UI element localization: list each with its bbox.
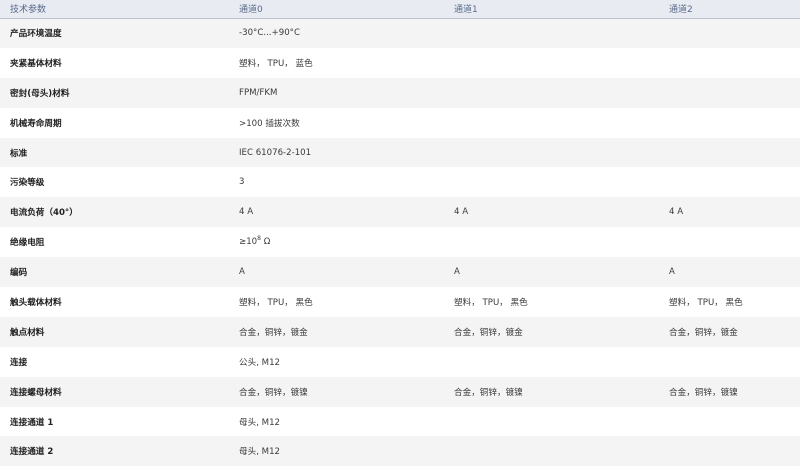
param-label: 连接螺母材料 [10,387,62,398]
param-label: 连接 [10,357,28,368]
channel-2-value: A [669,267,675,278]
table-body: 产品环境温度 -30°C...+90°C 夹紧基体材料 塑料， TPU， 蓝色 … [0,18,800,467]
channel-1-value [444,167,659,197]
channel-0-value: 母头, M12 [239,417,281,428]
header-channel-2: 通道2 [659,0,800,19]
header-channel-1: 通道1 [444,0,659,19]
channel-2-value [659,78,800,108]
table-row: 电流负荷（40°） 4 A 4 A 4 A [0,197,800,228]
channel-1-value: 4 A [454,207,469,218]
channel-1-value: A [454,267,460,278]
channel-2-value: 合金，铜锌，镀金 [669,327,738,338]
channel-0-value: 塑料， TPU， 黑色 [239,297,313,308]
channel-0-value: 合金，铜锌，镀镍 [239,387,308,398]
channel-1-value [444,407,659,437]
param-label: 连接通道 1 [10,417,54,428]
table-row: 产品环境温度 -30°C...+90°C [0,18,800,48]
param-label: 密封(母头)材料 [10,88,70,99]
table-header: 技术参数 通道0 通道1 通道2 [0,0,800,19]
table-row: 触头载体材料 塑料， TPU， 黑色 塑料， TPU， 黑色 塑料， TPU， … [0,287,800,317]
param-label: 污染等级 [10,178,45,189]
param-label: 产品环境温度 [10,29,62,40]
table-row: 连接通道 1 母头, M12 [0,406,800,437]
table-row: 连接 公头, M12 [0,346,800,377]
channel-1-value: 合金，铜锌，镀镍 [454,387,523,398]
channel-2-value: 合金，铜锌，镀镍 [669,387,738,398]
channel-0-value: 3 [239,177,245,188]
resistance-unit: Ω [260,237,271,248]
param-label: 连接通道 2 [10,447,54,458]
channel-2-value [659,407,800,437]
spec-table: 技术参数 通道0 通道1 通道2 产品环境温度 -30°C...+90°C 夹紧… [0,0,800,467]
channel-1-value [444,347,659,377]
channel-2-value [659,48,800,78]
channel-0-value: 公头, M12 [239,357,281,368]
table-row: 夹紧基体材料 塑料， TPU， 蓝色 [0,47,800,78]
channel-0-value: 合金，铜锌，镀金 [239,327,308,338]
channel-2-value [659,108,800,138]
channel-0-value: IEC 61076-2-101 [239,147,312,158]
channel-1-value [444,48,659,78]
table-row: 标准 IEC 61076-2-101 [0,137,800,168]
channel-1-value [444,436,659,466]
header-channel-0: 通道0 [229,0,444,19]
channel-2-value: 4 A [669,207,684,218]
param-label: 电流负荷（40°） [10,208,78,219]
channel-2-value [659,227,800,257]
channel-1-value [444,78,659,108]
header-row: 技术参数 通道0 通道1 通道2 [0,0,800,19]
param-label: 机械寿命周期 [10,118,62,129]
param-label: 绝缘电阻 [10,238,45,249]
table-row: 绝缘电阻 ≥108 Ω [0,227,800,258]
table-row: 污染等级 3 [0,167,800,198]
channel-2-value [659,138,800,168]
table-row: 连接通道 2 母头, M12 [0,436,800,467]
header-param: 技术参数 [0,0,229,19]
resistance-base: ≥10 [239,237,258,248]
table-row: 编码 A A A [0,257,800,288]
channel-1-value: 塑料， TPU， 黑色 [454,297,528,308]
param-label: 触头载体材料 [10,297,62,308]
channel-1-value [444,108,659,138]
channel-1-value: 合金，铜锌，镀金 [454,327,523,338]
channel-1-value [444,227,659,257]
channel-1-value [444,18,659,48]
channel-1-value [444,138,659,168]
channel-0-value: ≥108 Ω [229,227,444,257]
channel-2-value [659,18,800,48]
channel-0-value: 母头, M12 [239,447,281,458]
channel-0-value: A [239,267,245,278]
channel-2-value [659,347,800,377]
channel-2-value [659,436,800,466]
channel-2-value: 塑料， TPU， 黑色 [669,297,743,308]
channel-0-value: 4 A [239,207,254,218]
channel-0-value: 塑料， TPU， 蓝色 [239,58,313,69]
table-row: 触点材料 合金，铜锌，镀金 合金，铜锌，镀金 合金，铜锌，镀金 [0,316,800,347]
param-label: 夹紧基体材料 [10,58,62,69]
table-row: 机械寿命周期 >100 插拔次数 [0,107,800,138]
param-label: 触点材料 [10,327,45,338]
param-label: 标准 [10,148,28,159]
channel-0-value: FPM/FKM [239,87,278,98]
channel-0-value: -30°C...+90°C [239,28,300,39]
param-label: 编码 [10,268,28,279]
channel-0-value: >100 插拔次数 [239,118,300,129]
table-row: 密封(母头)材料 FPM/FKM [0,77,800,108]
table-row: 连接螺母材料 合金，铜锌，镀镍 合金，铜锌，镀镍 合金，铜锌，镀镍 [0,376,800,407]
channel-2-value [659,167,800,197]
